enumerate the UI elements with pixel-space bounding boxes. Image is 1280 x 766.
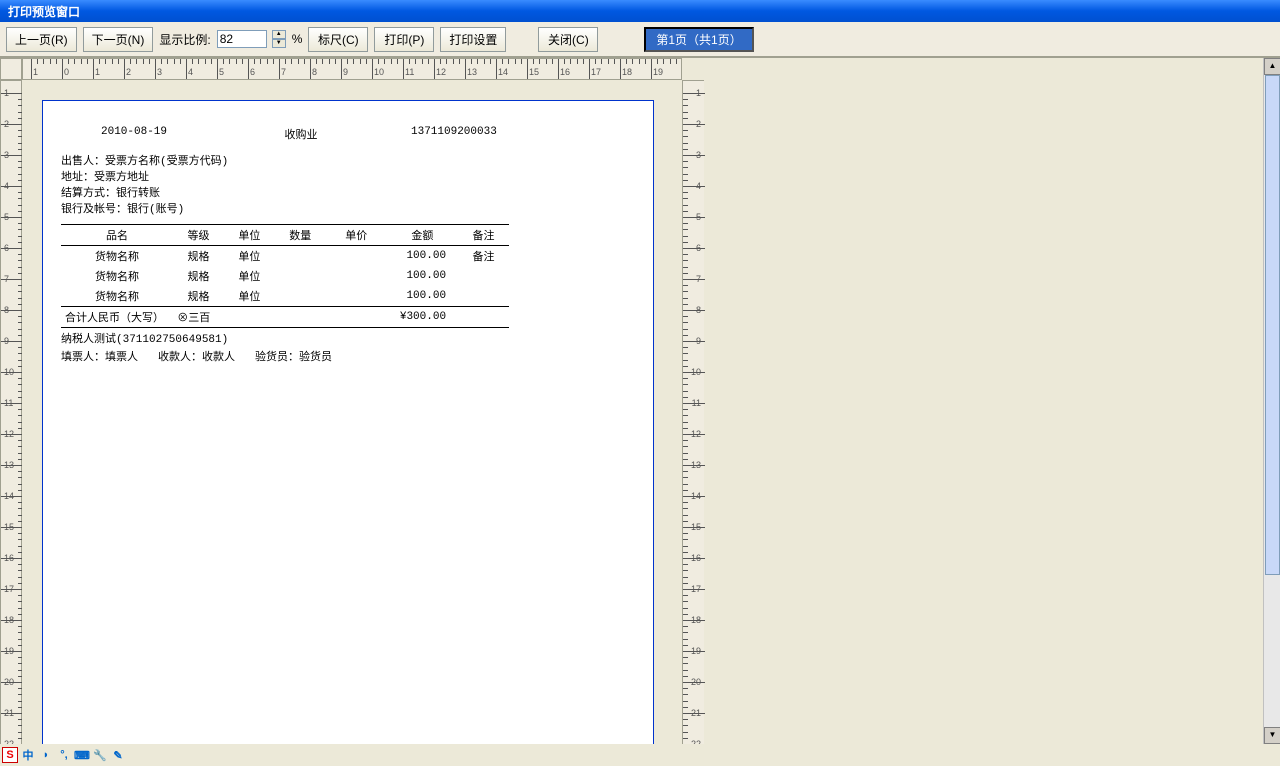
document-page: 2010-08-19 收购业 1371109200033 出售人：受票方名称(受… [42,100,654,744]
ime-wrench-icon[interactable]: ✎ [110,747,126,763]
ime-tool-icon[interactable]: 🔧 [92,747,108,763]
scroll-down-arrow[interactable]: ▼ [1264,727,1280,744]
zoom-spinner[interactable]: ▲▼ [272,30,286,48]
items-table: 品名 等级 单位 数量 单价 金额 备注 货物名称规格单位100.00备注货物名… [61,224,509,328]
zoom-label: 显示比例: [159,31,210,48]
th-qty: 数量 [275,225,326,246]
scroll-up-arrow[interactable]: ▲ [1264,58,1280,75]
window-title: 打印预览窗口 [8,5,80,19]
seller-row: 出售人：受票方名称(受票方代码) [61,154,635,170]
doc-biz: 收购业 [241,126,361,142]
ime-punct-icon[interactable]: °, [56,747,72,763]
ruler-vertical-right: 12345678910111213141516171819202122 [682,80,704,744]
ime-s-icon[interactable]: S [2,747,18,763]
sig-cashier: 收款人：收款人 [158,348,235,364]
ruler-corner [0,58,22,80]
table-row: 货物名称规格单位100.00 [61,266,509,286]
print-setup-button[interactable]: 打印设置 [440,27,506,52]
addr-row: 地址：受票方地址 [61,170,635,186]
vertical-scrollbar[interactable]: ▲ ▼ [1263,58,1280,744]
th-remark: 备注 [458,225,509,246]
th-name: 品名 [61,225,173,246]
ruler-vertical-left: 12345678910111213141516171819202122 [0,80,22,744]
settle-row: 结算方式：银行转账 [61,186,635,202]
paper-viewport[interactable]: 12345678910111213141516171819202122 2010… [22,80,1280,744]
th-unit: 单位 [224,225,275,246]
table-row: 货物名称规格单位100.00备注 [61,246,509,267]
ime-keyboard-icon[interactable]: ⌨ [74,747,90,763]
preview-area: 101234567891011121314151617181920 123456… [0,58,1280,744]
sig-inspector: 验货员：验货员 [255,348,332,364]
ruler-horizontal: 101234567891011121314151617181920 [22,58,682,80]
zoom-percent-label: % [292,32,303,46]
th-amount: 金额 [387,225,458,246]
next-page-button[interactable]: 下一页(N) [83,27,154,52]
page-indicator[interactable]: 第1页（共1页） [644,27,753,52]
prev-page-button[interactable]: 上一页(R) [6,27,77,52]
doc-date: 2010-08-19 [61,126,241,142]
th-grade: 等级 [173,225,224,246]
ruler-button[interactable]: 标尺(C) [308,27,368,52]
total-row: 合计人民币（大写） ⊗三百 [61,307,275,328]
zoom-input[interactable] [217,30,267,48]
print-button[interactable]: 打印(P) [374,27,434,52]
taxpayer: 纳税人测试(371102750649581) [53,328,643,348]
ime-tray: S 中 ◗ °, ⌨ 🔧 ✎ [2,746,126,764]
bank-row: 银行及帐号：银行(账号) [61,202,635,218]
sig-filler: 填票人：填票人 [61,348,138,364]
scroll-thumb[interactable] [1265,75,1280,575]
doc-number: 1371109200033 [361,126,635,142]
total-amount: ¥300.00 [275,307,458,328]
ime-moon-icon[interactable]: ◗ [38,747,54,763]
table-row: 货物名称规格单位100.00 [61,286,509,307]
toolbar: 上一页(R) 下一页(N) 显示比例: ▲▼ % 标尺(C) 打印(P) 打印设… [0,22,1280,58]
close-button[interactable]: 关闭(C) [538,27,598,52]
th-price: 单价 [326,225,387,246]
ime-zhong-icon[interactable]: 中 [20,747,36,763]
title-bar: 打印预览窗口 [0,0,1280,22]
